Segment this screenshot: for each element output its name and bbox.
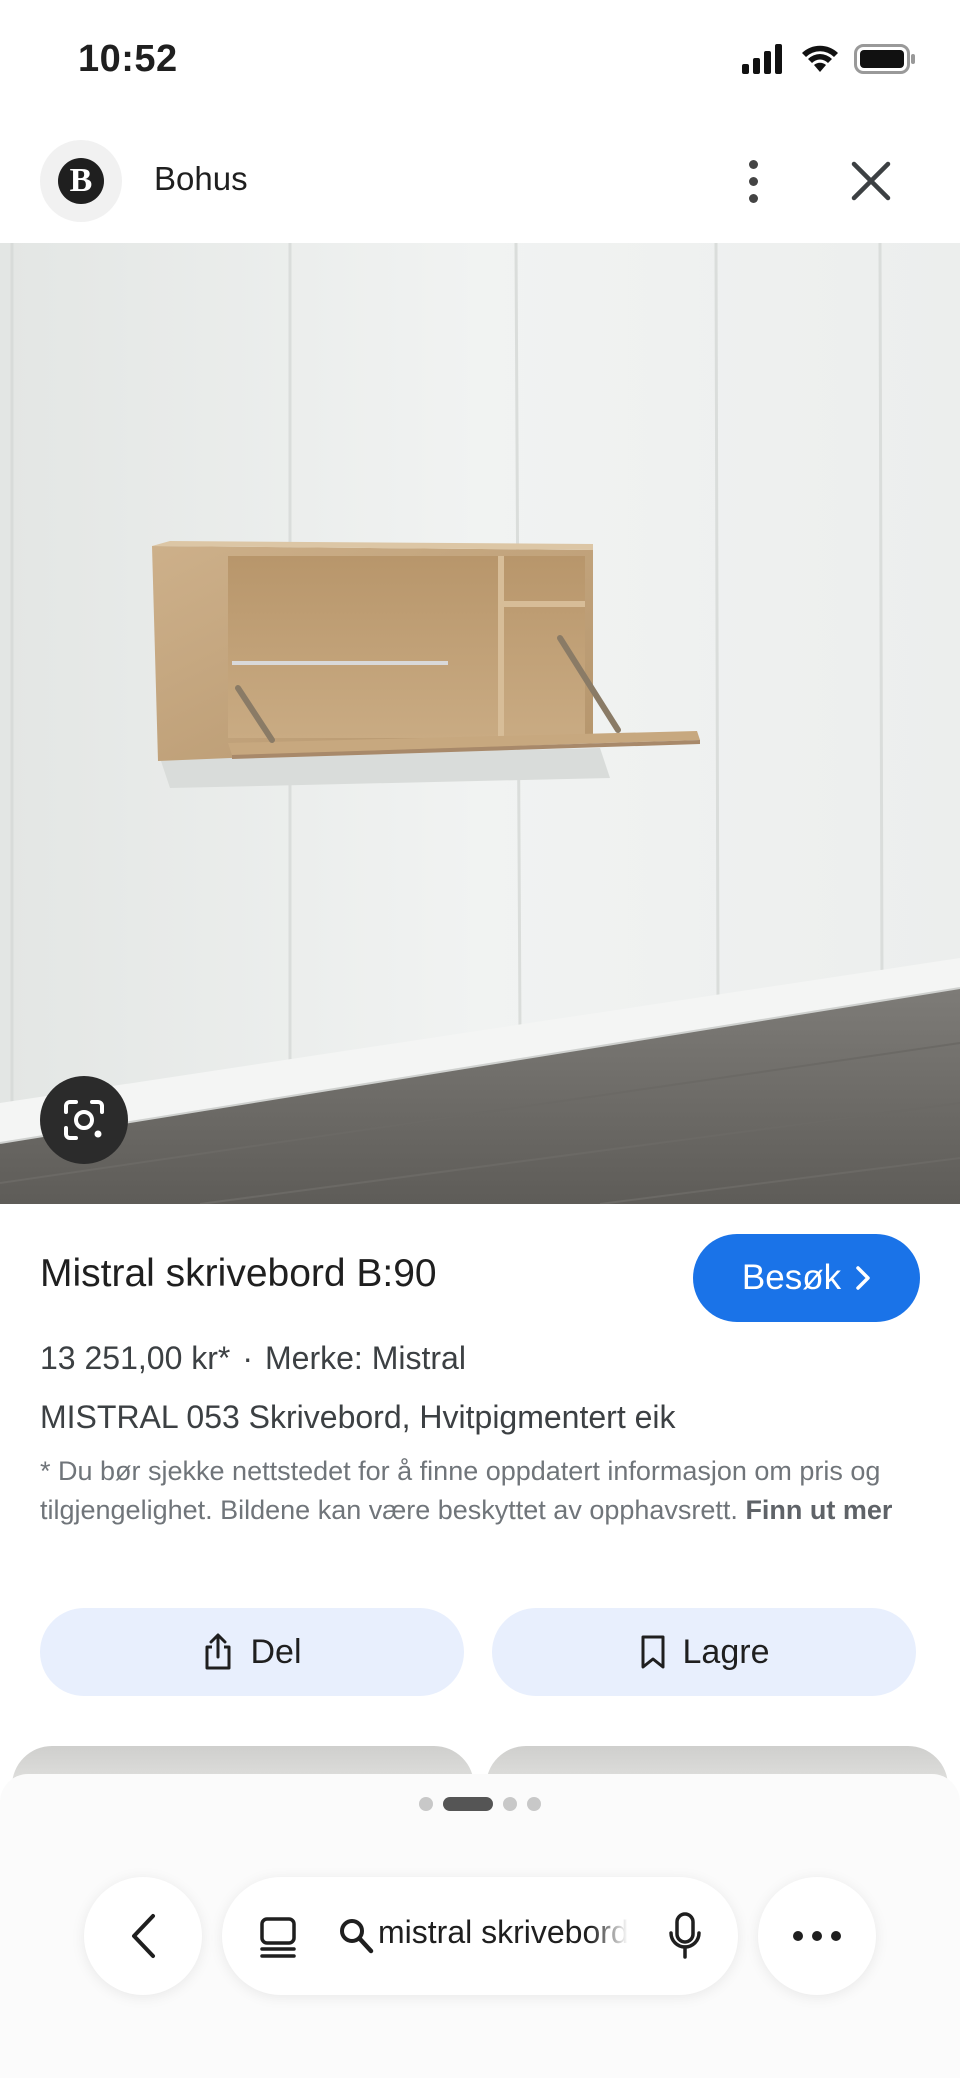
wifi-icon — [802, 45, 838, 72]
search-bar[interactable]: mistral skrivebord — [222, 1877, 738, 1995]
page-dot-active — [443, 1797, 493, 1811]
product-brand: Merke: Mistral — [265, 1340, 466, 1376]
status-bar: 10:52 — [0, 0, 960, 122]
price-brand-line: 13 251,00 kr* · Merke: Mistral — [40, 1340, 466, 1377]
share-button-label: Del — [250, 1632, 302, 1671]
learn-more-link[interactable]: Finn ut mer — [745, 1495, 892, 1525]
site-logo-letter: B — [58, 158, 104, 204]
product-description: MISTRAL 053 Skrivebord, Hvitpigmentert e… — [40, 1399, 676, 1435]
separator: · — [242, 1340, 254, 1376]
product-image[interactable] — [0, 243, 960, 1204]
status-icons — [742, 44, 916, 74]
menu-button[interactable] — [758, 1877, 876, 1995]
product-title: Mistral skrivebord B:90 — [40, 1252, 437, 1295]
chevron-left-icon — [132, 1914, 155, 1958]
search-query[interactable]: mistral skrivebord — [378, 1914, 628, 1951]
share-button[interactable]: Del — [40, 1608, 464, 1696]
dot — [748, 176, 758, 186]
tabs-icon — [260, 1917, 296, 1958]
share-icon — [205, 1633, 231, 1670]
more-options-button[interactable] — [728, 146, 778, 216]
lens-icon — [64, 1100, 104, 1140]
bookmark-icon — [641, 1635, 665, 1669]
dot — [812, 1931, 822, 1941]
dot — [748, 159, 758, 169]
disclaimer: * Du bør sjekke nettstedet for å finne o… — [40, 1452, 900, 1530]
page-dot — [503, 1797, 517, 1811]
battery-icon — [854, 44, 915, 74]
close-icon[interactable] — [842, 152, 900, 210]
product-photo — [0, 243, 960, 1204]
page-indicator — [0, 1797, 960, 1811]
page-dot — [419, 1797, 433, 1811]
product-price: 13 251,00 kr* — [40, 1340, 231, 1376]
search-icon — [340, 1919, 374, 1954]
site-logo[interactable]: B — [40, 140, 122, 222]
cellular-signal-icon — [742, 44, 782, 74]
site-header: B Bohus — [0, 132, 960, 242]
save-button[interactable]: Lagre — [492, 1608, 916, 1696]
dot — [831, 1931, 841, 1941]
chevron-right-icon — [856, 1266, 870, 1290]
site-name[interactable]: Bohus — [154, 160, 248, 198]
save-button-label: Lagre — [682, 1632, 770, 1671]
lens-search-button[interactable] — [40, 1076, 128, 1164]
microphone-icon[interactable] — [668, 1911, 702, 1961]
page-dot — [527, 1797, 541, 1811]
status-time: 10:52 — [78, 38, 178, 80]
back-button[interactable] — [84, 1877, 202, 1995]
visit-button-label: Besøk — [741, 1258, 842, 1297]
dot — [748, 193, 758, 203]
dot — [793, 1931, 803, 1941]
visit-button[interactable]: Besøk — [693, 1234, 920, 1322]
